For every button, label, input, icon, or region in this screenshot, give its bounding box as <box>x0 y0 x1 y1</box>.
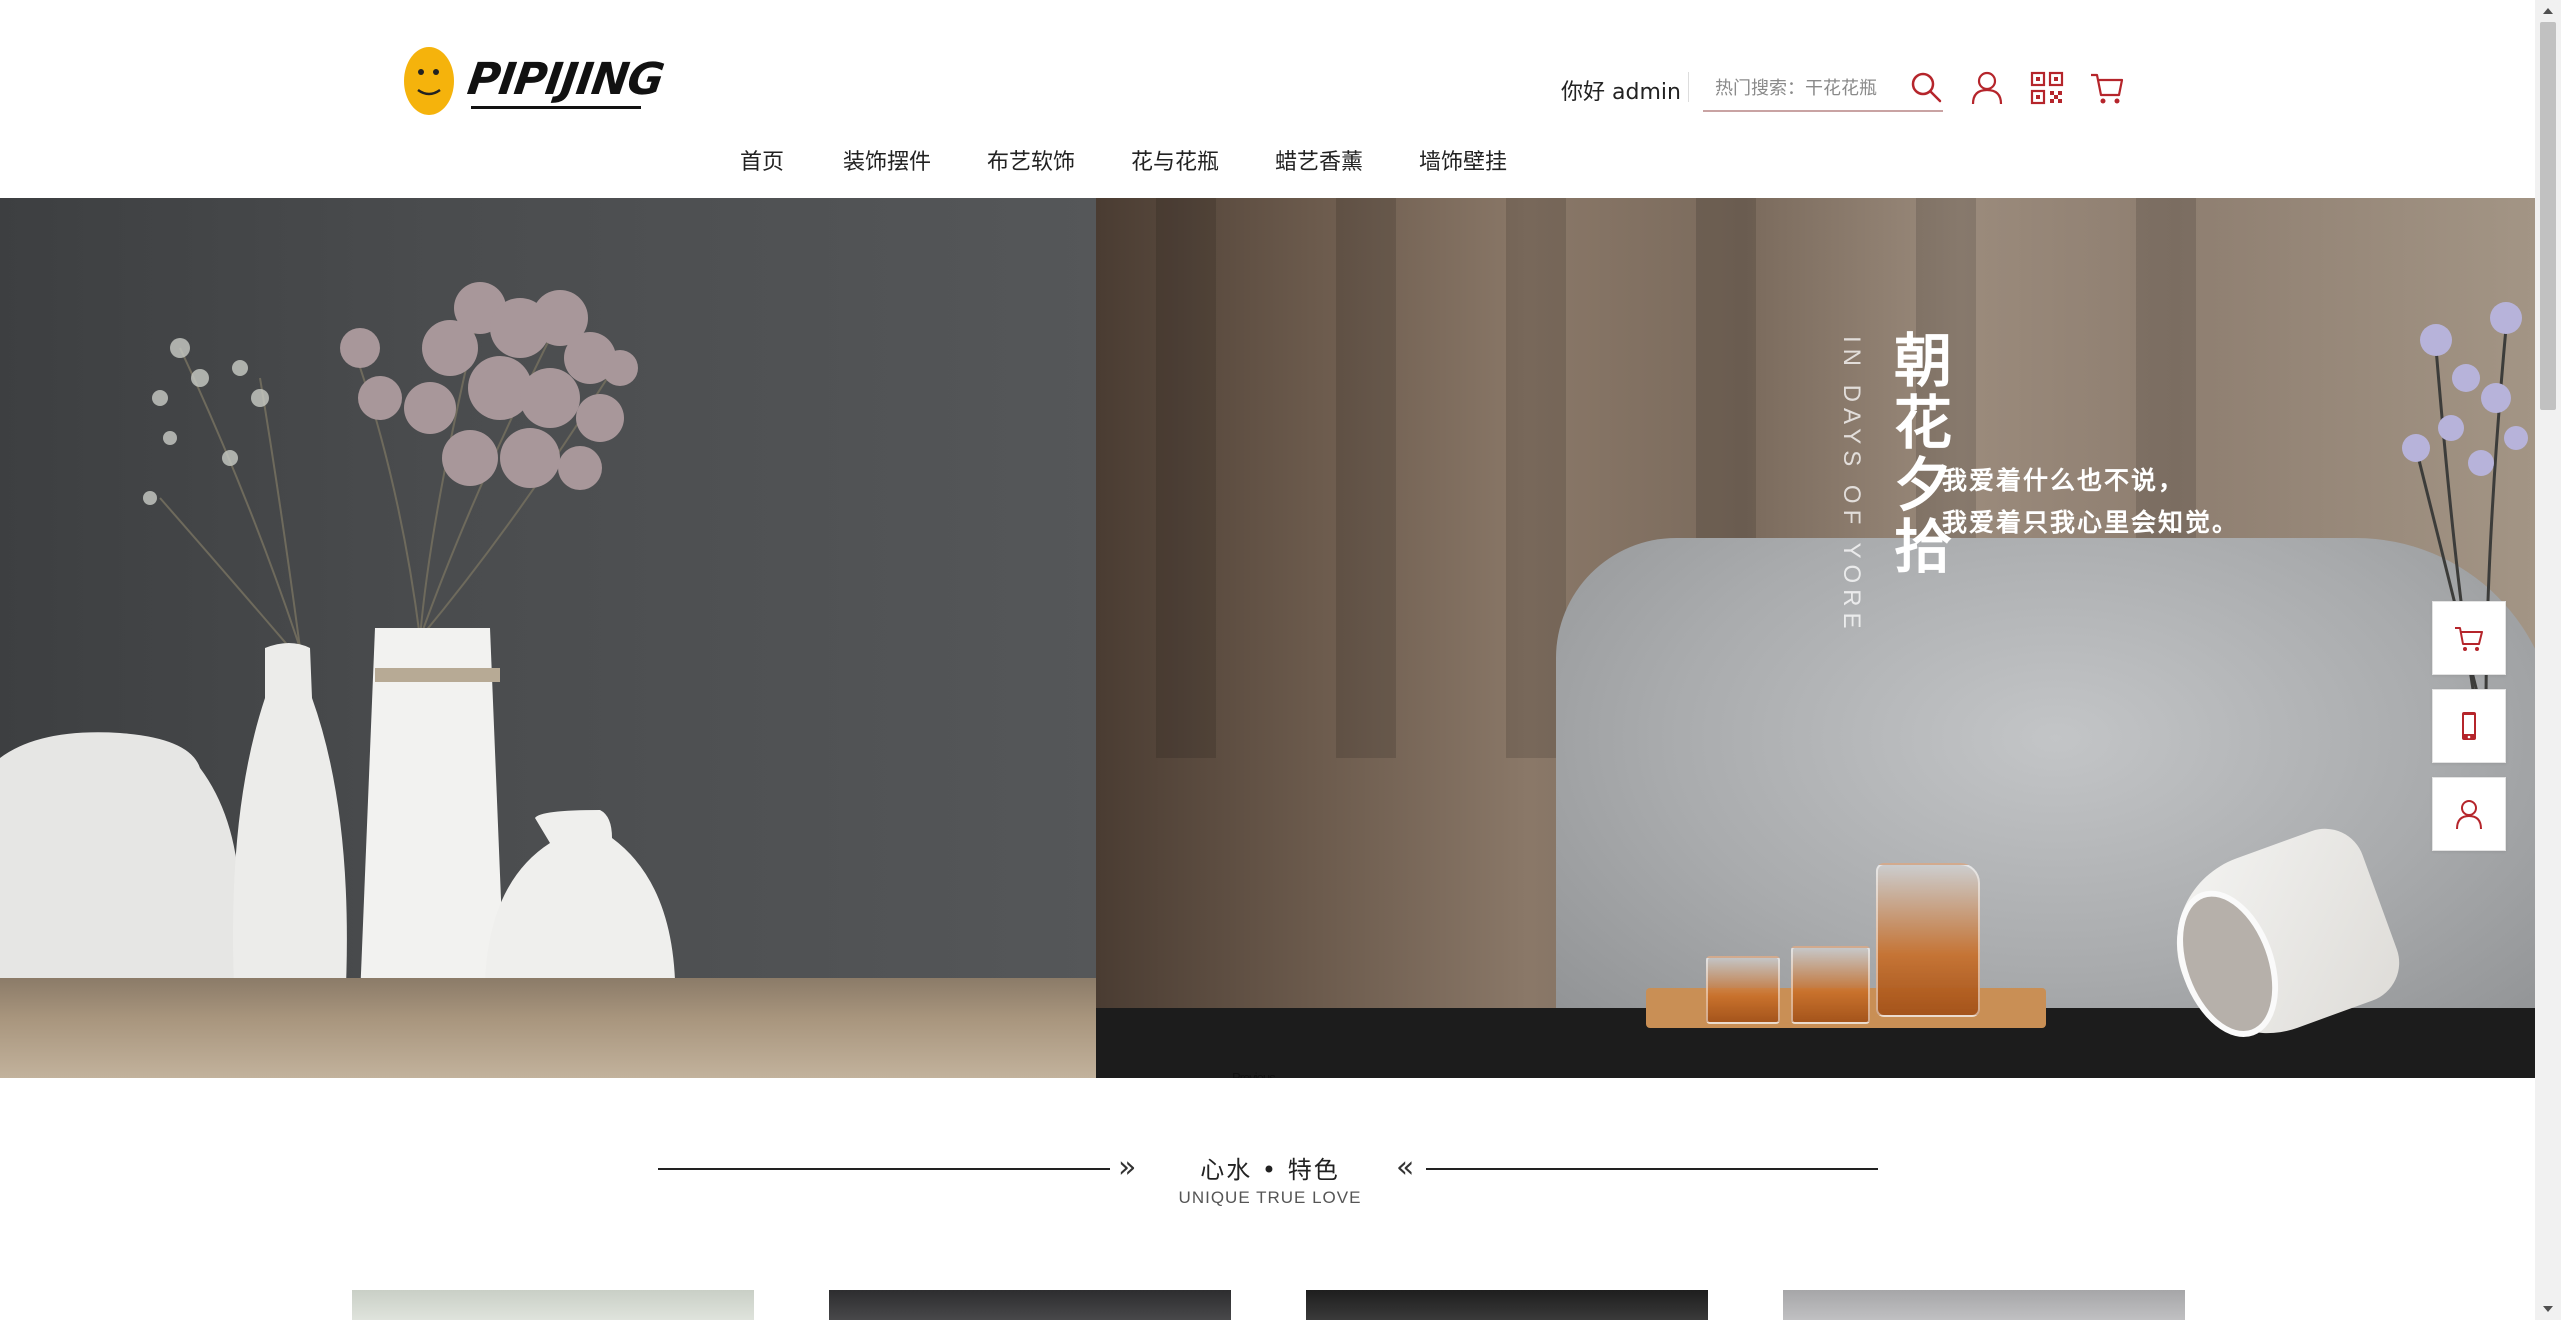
section-arrow-left: » <box>1118 1150 1137 1185</box>
cart-icon <box>2455 627 2483 651</box>
tea-glass <box>1706 956 1780 1024</box>
nav-item-home[interactable]: 首页 <box>740 144 784 176</box>
smiley-logo-icon <box>404 47 454 115</box>
nav-item-wall-decor[interactable]: 墙饰壁挂 <box>1419 144 1507 176</box>
nav-item-fabric[interactable]: 布艺软饰 <box>987 144 1075 176</box>
hero-carousel[interactable]: IN DAYS OF YORE 朝花夕拾 我爱着什么也不说， 我爱着只我心里会知… <box>0 198 2535 1078</box>
product-card[interactable] <box>352 1290 754 1320</box>
section-title: 心水 • 特色 <box>1200 1156 1340 1184</box>
nav-item-candles[interactable]: 蜡艺香薰 <box>1275 144 1363 176</box>
section-subtitle: UNIQUE TRUE LOVE <box>1178 1188 1362 1207</box>
section-divider-left <box>658 1168 1110 1170</box>
product-card[interactable] <box>1783 1290 2185 1320</box>
banner-slide-vases[interactable] <box>0 198 1096 1078</box>
nav-item-flowers-vases[interactable]: 花与花瓶 <box>1131 144 1219 176</box>
mobile-icon <box>2462 712 2476 740</box>
user-greeting[interactable]: 你好 admin <box>1561 74 1681 106</box>
page-scrollbar[interactable] <box>2535 0 2561 1320</box>
poem-line-2: 我爱着只我心里会知觉。 <box>1942 508 2240 537</box>
search-box <box>1703 66 1943 112</box>
scroll-down-arrow-icon[interactable] <box>2535 1298 2561 1320</box>
section-divider-right <box>1426 1168 1878 1170</box>
curtain-fold <box>1336 198 1396 758</box>
side-cart-button[interactable] <box>2432 601 2506 675</box>
nav-item-decor[interactable]: 装饰摆件 <box>843 144 931 176</box>
banner-slide-tea[interactable]: IN DAYS OF YORE 朝花夕拾 我爱着什么也不说， 我爱着只我心里会知… <box>1096 198 2535 1078</box>
side-mobile-button[interactable] <box>2432 689 2506 763</box>
side-user-button[interactable] <box>2432 777 2506 851</box>
cart-icon[interactable] <box>2090 70 2124 106</box>
carousel-previous-label[interactable]: Previous <box>1232 1070 1276 1078</box>
wooden-table <box>0 978 1096 1078</box>
dried-flowers-image <box>0 282 676 1013</box>
scrollbar-thumb[interactable] <box>2540 22 2556 410</box>
user-icon <box>2456 800 2482 830</box>
poem-line-1: 我爱着什么也不说， <box>1942 466 2186 495</box>
banner-poem: 我爱着什么也不说， 我爱着只我心里会知觉。 <box>1942 460 2239 544</box>
user-icon[interactable] <box>1970 70 2004 106</box>
product-card[interactable] <box>1306 1290 1708 1320</box>
product-card[interactable] <box>829 1290 1231 1320</box>
curtain-fold <box>1156 198 1216 758</box>
header-divider <box>1688 72 1689 102</box>
search-icon[interactable] <box>1909 70 1943 104</box>
logo-underline <box>471 106 641 109</box>
site-header: PIPIJING 你好 admin 首页 装饰摆件 布艺软饰 <box>0 0 2535 198</box>
tea-pitcher <box>1876 863 1980 1017</box>
logo-text: PIPIJING <box>464 54 667 105</box>
section-arrow-right: « <box>1396 1150 1415 1185</box>
tea-glass <box>1791 946 1870 1024</box>
qr-code-icon[interactable] <box>2030 70 2064 106</box>
search-input[interactable] <box>1713 74 1895 102</box>
banner-vertical-english: IN DAYS OF YORE <box>1838 336 1865 635</box>
site-logo[interactable]: PIPIJING <box>403 46 667 118</box>
scroll-up-arrow-icon[interactable] <box>2535 0 2561 22</box>
